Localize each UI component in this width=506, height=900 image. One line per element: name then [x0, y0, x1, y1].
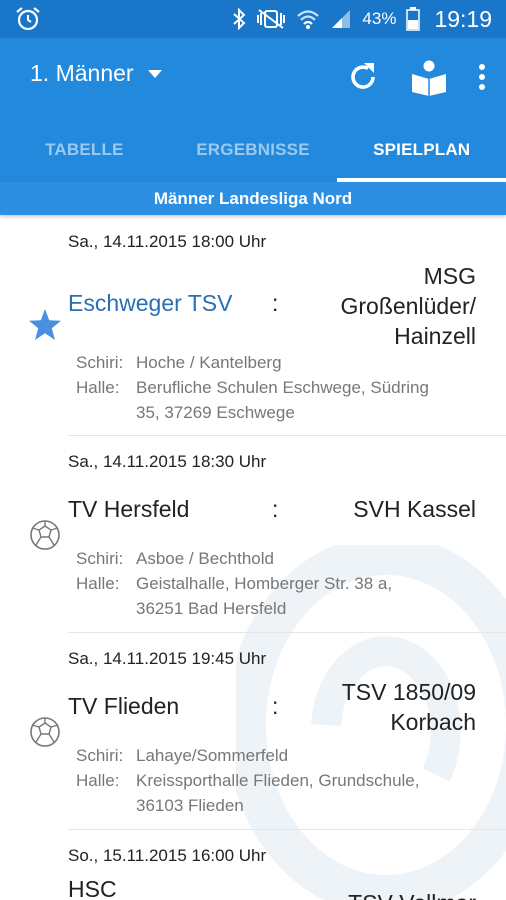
- vibrate-mute-icon: [257, 9, 286, 29]
- away-team: TSV Vellmar: [286, 888, 476, 900]
- match-date: So., 15.11.2015 16:00 Uhr: [68, 846, 267, 865]
- wifi-icon: [297, 10, 320, 29]
- handball-icon[interactable]: [28, 518, 62, 552]
- away-team: MSG Großenlüder/ Hainzell: [340, 263, 476, 349]
- referee-names: Lahaye/Sommerfeld: [136, 746, 289, 765]
- score-separator: :: [272, 290, 279, 316]
- tab-bar: TABELLE ERGEBNISSE SPIELPLAN: [0, 118, 506, 182]
- referee-label: Schiri:: [76, 353, 124, 372]
- hall-label: Halle:: [76, 378, 120, 397]
- tab-tabelle[interactable]: TABELLE: [0, 118, 169, 182]
- home-team: TV Flieden: [68, 693, 180, 719]
- away-team: TSV 1850/09 Korbach: [341, 679, 476, 735]
- referee-names: Asboe / Bechthold: [136, 549, 274, 568]
- status-bar: 43% 19:19: [0, 0, 506, 38]
- away-team: SVH Kassel: [353, 496, 476, 522]
- hall-label: Halle:: [76, 771, 120, 790]
- referee-names: Hoche / Kantelberg: [136, 353, 282, 372]
- score-separator: :: [272, 496, 279, 522]
- battery-percentage: 43%: [362, 9, 397, 28]
- hall-address: Kreissporthalle Flieden, Grundschule, 36…: [136, 771, 420, 815]
- battery-icon: [406, 7, 421, 31]
- divider: [68, 435, 506, 436]
- match-info: Schiri: Lahaye/Sommerfeld Halle: Kreissp…: [76, 743, 476, 818]
- bluetooth-icon: [233, 8, 246, 30]
- home-team: Eschweger TSV: [68, 290, 233, 316]
- refresh-icon[interactable]: [346, 60, 380, 94]
- score-separator: :: [272, 693, 279, 719]
- match-item[interactable]: Sa., 14.11.2015 18:30 Uhr TV Hersfeld : …: [0, 452, 506, 632]
- tab-spielplan[interactable]: SPIELPLAN: [337, 118, 506, 182]
- overflow-menu-icon[interactable]: [478, 63, 486, 91]
- handball-icon[interactable]: [28, 715, 62, 749]
- hall-address: Berufliche Schulen Eschwege, Südring 35,…: [136, 378, 429, 422]
- home-team: TV Hersfeld: [68, 496, 190, 522]
- match-item[interactable]: So., 15.11.2015 16:00 Uhr HSC TSV Vellma…: [0, 846, 506, 900]
- dropdown-caret-icon: [147, 69, 162, 78]
- match-info: Schiri: Asboe / Bechthold Halle: Geistal…: [76, 546, 476, 621]
- alarm-icon: [16, 7, 40, 31]
- star-icon[interactable]: [28, 308, 62, 342]
- match-item[interactable]: Sa., 14.11.2015 19:45 Uhr TV Flieden : T…: [0, 649, 506, 829]
- tab-ergebnisse[interactable]: ERGEBNISSE: [169, 118, 338, 182]
- referee-label: Schiri:: [76, 549, 124, 568]
- team-selector-label: 1. Männer: [30, 60, 134, 86]
- match-date: Sa., 14.11.2015 18:30 Uhr: [68, 452, 267, 471]
- divider: [68, 632, 506, 633]
- divider: [68, 829, 506, 830]
- home-team: HSC: [68, 876, 117, 900]
- match-info: Schiri: Hoche / Kantelberg Halle: Berufl…: [76, 350, 476, 425]
- match-date: Sa., 14.11.2015 19:45 Uhr: [68, 649, 267, 668]
- league-header: Männer Landesliga Nord: [0, 182, 506, 215]
- match-date: Sa., 14.11.2015 18:00 Uhr: [68, 232, 267, 251]
- clock: 19:19: [434, 5, 492, 32]
- signal-icon: [332, 10, 351, 28]
- book-reader-icon[interactable]: [410, 58, 448, 96]
- match-item[interactable]: Sa., 14.11.2015 18:00 Uhr Eschweger TSV …: [0, 232, 506, 435]
- hall-address: Geistalhalle, Homberger Str. 38 a, 36251…: [136, 574, 393, 618]
- referee-label: Schiri:: [76, 746, 124, 765]
- match-list[interactable]: Sa., 14.11.2015 18:00 Uhr Eschweger TSV …: [0, 215, 506, 900]
- team-selector[interactable]: 1. Männer: [30, 60, 162, 87]
- hall-label: Halle:: [76, 574, 120, 593]
- app-bar: 1. Männer: [0, 38, 506, 118]
- app-bar-actions: [346, 58, 486, 96]
